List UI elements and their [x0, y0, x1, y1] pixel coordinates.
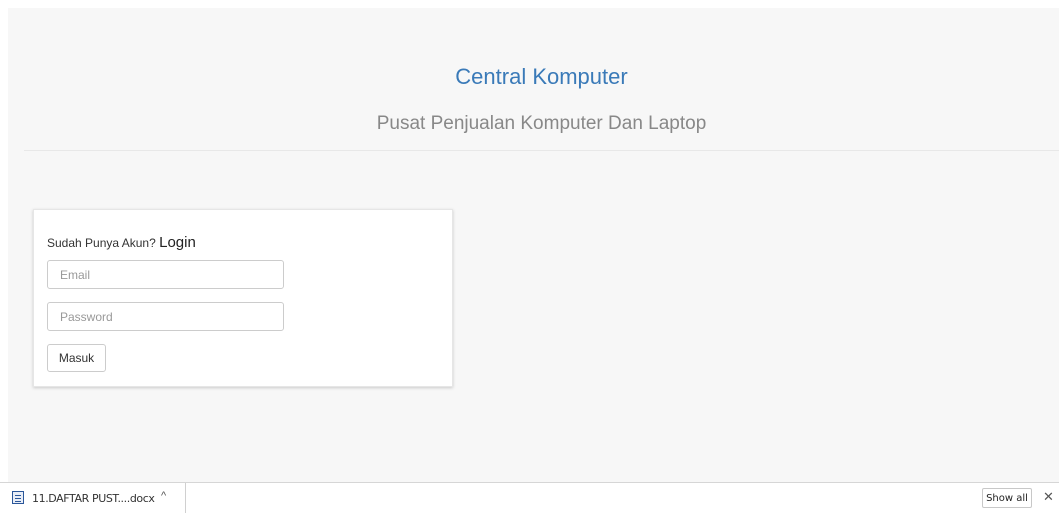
login-title: Login — [159, 234, 196, 251]
close-icon[interactable]: ✕ — [1043, 489, 1054, 505]
download-bar: 11.DAFTAR PUST....docx ^ Show all ✕ — [0, 482, 1059, 513]
download-file-name: 11.DAFTAR PUST....docx — [32, 492, 155, 505]
site-header: Central Komputer Pusat Penjualan Kompute… — [24, 8, 1059, 151]
site-subtitle: Pusat Penjualan Komputer Dan Laptop — [376, 113, 707, 134]
login-submit-button[interactable]: Masuk — [47, 344, 106, 372]
site-title: Central Komputer — [455, 64, 628, 89]
password-field[interactable] — [47, 302, 284, 331]
chevron-up-icon[interactable]: ^ — [161, 490, 166, 502]
login-prompt: Sudah Punya Akun? — [47, 236, 156, 250]
word-document-icon — [12, 491, 24, 504]
page-content: Central Komputer Pusat Penjualan Kompute… — [8, 8, 1059, 482]
download-item[interactable]: 11.DAFTAR PUST....docx ^ — [0, 483, 186, 513]
email-field[interactable] — [47, 260, 284, 289]
login-panel: Sudah Punya Akun? Login Masuk — [33, 209, 453, 387]
show-all-button[interactable]: Show all — [982, 488, 1032, 508]
login-heading: Sudah Punya Akun? Login — [47, 234, 196, 251]
